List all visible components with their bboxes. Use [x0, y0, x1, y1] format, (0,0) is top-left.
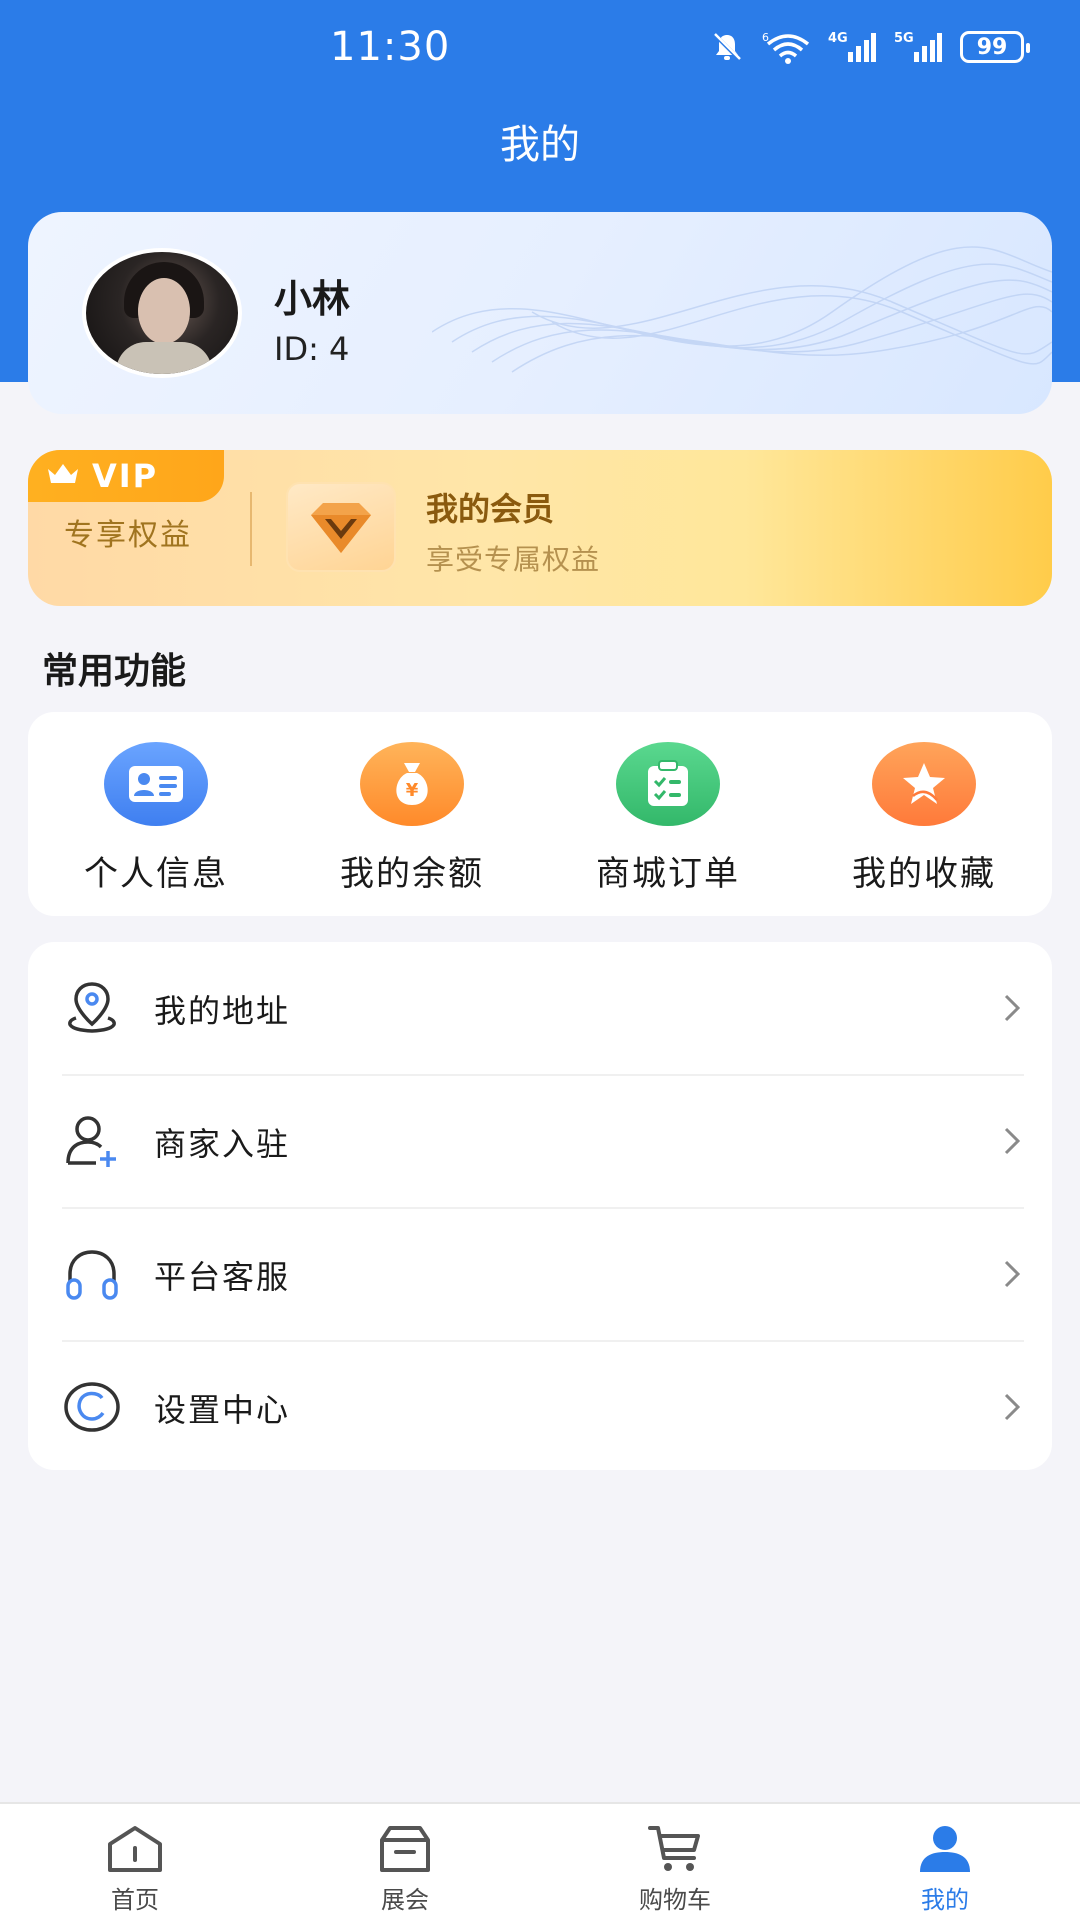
diamond-icon	[286, 482, 396, 572]
menu-item-label: 商家入驻	[154, 1125, 291, 1163]
function-label: 商城订单	[596, 854, 740, 894]
profile-card[interactable]: 小林 ID: 4	[28, 212, 1052, 414]
function-label: 我的收藏	[852, 854, 996, 894]
vip-divider	[250, 492, 252, 566]
wifi-icon: 6	[762, 30, 810, 64]
tab-label: 展会	[381, 1886, 429, 1914]
tab-label: 我的	[921, 1886, 969, 1914]
chevron-right-icon	[1002, 992, 1022, 1028]
battery-icon: 99	[960, 31, 1030, 63]
signal-4g-icon: 4G	[828, 30, 876, 64]
wave-decoration	[432, 246, 1052, 373]
copyright-circle-icon	[62, 1379, 122, 1435]
function-label: 个人信息	[84, 854, 228, 894]
mute-icon	[710, 30, 744, 64]
location-pin-icon	[62, 980, 122, 1036]
exhibition-box-icon	[270, 1820, 540, 1874]
status-icons: 6 4G 5G 99	[710, 30, 1030, 64]
menu-item-label: 平台客服	[154, 1258, 291, 1296]
functions-card: 个人信息 ¥ 我的余额 商城订单 我的收藏	[28, 712, 1052, 916]
user-add-icon	[62, 1113, 122, 1169]
signal-5g-icon: 5G	[894, 30, 942, 64]
menu-item-address[interactable]: 我的地址	[28, 942, 1052, 1074]
user-icon	[810, 1820, 1080, 1874]
svg-text:5G: 5G	[894, 31, 914, 46]
headphones-icon	[62, 1246, 122, 1302]
tab-mine[interactable]: 我的	[810, 1820, 1080, 1915]
vip-description: 享受专属权益	[426, 543, 601, 576]
function-favorites[interactable]: 我的收藏	[796, 742, 1052, 895]
vip-tag-label: VIP	[92, 457, 159, 495]
function-balance[interactable]: ¥ 我的余额	[284, 742, 540, 895]
tab-label: 购物车	[639, 1886, 711, 1914]
tab-exhibition[interactable]: 展会	[270, 1820, 540, 1915]
tab-cart[interactable]: 购物车	[540, 1820, 810, 1915]
star-icon	[872, 742, 976, 826]
menu-item-label: 设置中心	[154, 1391, 291, 1429]
function-label: 我的余额	[340, 854, 484, 894]
id-card-icon	[104, 742, 208, 826]
tab-home[interactable]: 首页	[0, 1820, 270, 1915]
functions-section-title: 常用功能	[42, 651, 187, 692]
vip-card[interactable]: VIP 专享权益 我的会员 享受专属权益	[28, 450, 1052, 606]
vip-title: 我的会员	[426, 490, 555, 528]
chevron-right-icon	[1002, 1125, 1022, 1161]
tab-bar: 首页 展会 购物车 我的	[0, 1802, 1080, 1920]
user-name: 小林	[274, 277, 351, 321]
menu-item-merchant[interactable]: 商家入驻	[28, 1075, 1052, 1207]
svg-text:4G: 4G	[828, 31, 848, 46]
status-time: 11:30	[330, 24, 451, 70]
vip-tag: VIP	[28, 450, 224, 502]
menu-list: 我的地址 商家入驻 平台客服 设置中心	[28, 942, 1052, 1470]
menu-item-customer-service[interactable]: 平台客服	[28, 1208, 1052, 1340]
menu-item-settings[interactable]: 设置中心	[28, 1341, 1052, 1473]
home-icon	[0, 1820, 270, 1874]
crown-icon	[46, 457, 80, 495]
user-id: ID: 4	[274, 330, 350, 368]
svg-text:¥: ¥	[406, 780, 419, 801]
chevron-right-icon	[1002, 1258, 1022, 1294]
status-bar: 11:30 6 4G 5G 99	[0, 0, 1080, 100]
page-title: 我的	[500, 122, 580, 168]
avatar[interactable]	[82, 248, 242, 378]
function-personal-info[interactable]: 个人信息	[28, 742, 284, 895]
order-clipboard-icon	[616, 742, 720, 826]
vip-subtitle: 专享权益	[64, 518, 192, 553]
chevron-right-icon	[1002, 1391, 1022, 1427]
menu-item-label: 我的地址	[154, 992, 291, 1030]
tab-label: 首页	[111, 1886, 159, 1914]
function-orders[interactable]: 商城订单	[540, 742, 796, 895]
money-bag-icon: ¥	[360, 742, 464, 826]
cart-icon	[540, 1820, 810, 1874]
